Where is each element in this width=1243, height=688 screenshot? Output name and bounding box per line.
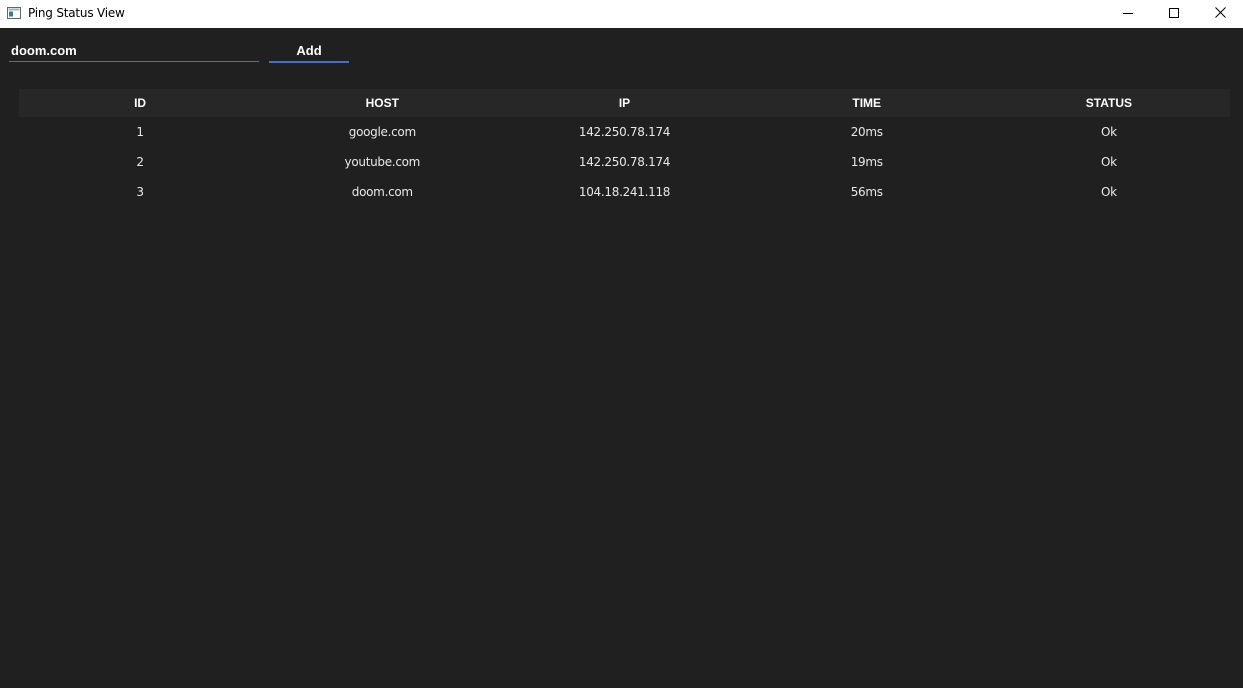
add-button[interactable]: Add xyxy=(269,40,349,63)
app-window-icon xyxy=(7,6,21,19)
cell-id: 1 xyxy=(136,125,144,139)
close-icon xyxy=(1214,5,1226,23)
column-header-time[interactable]: TIME xyxy=(746,96,988,110)
cell-ip: 142.250.78.174 xyxy=(578,125,671,139)
close-button[interactable] xyxy=(1197,0,1243,28)
minimize-icon xyxy=(1123,5,1133,23)
column-header-status[interactable]: STATUS xyxy=(988,96,1230,110)
cell-ip: 104.18.241.118 xyxy=(578,185,671,199)
maximize-icon xyxy=(1169,5,1179,23)
window-title: Ping Status View xyxy=(28,6,125,20)
cell-time: 20ms xyxy=(850,125,883,139)
column-header-ip[interactable]: IP xyxy=(503,96,745,110)
cell-status: Ok xyxy=(1101,155,1117,169)
column-header-id[interactable]: ID xyxy=(19,96,261,110)
cell-host: youtube.com xyxy=(344,155,421,169)
cell-status: Ok xyxy=(1101,125,1117,139)
table-row[interactable]: 1 google.com 142.250.78.174 20ms Ok xyxy=(19,117,1230,147)
cell-host: google.com xyxy=(348,125,416,139)
column-header-host[interactable]: HOST xyxy=(261,96,503,110)
cell-host: doom.com xyxy=(351,185,413,199)
ping-table: ID HOST IP TIME STATUS 1 google.com 142.… xyxy=(19,89,1230,207)
cell-status: Ok xyxy=(1101,185,1117,199)
host-input[interactable] xyxy=(9,40,259,62)
table-row[interactable]: 2 youtube.com 142.250.78.174 19ms Ok xyxy=(19,147,1230,177)
minimize-button[interactable] xyxy=(1105,0,1151,28)
app-window: Ping Status View Add ID HOST IP TIME STA… xyxy=(0,0,1243,688)
title-bar[interactable]: Ping Status View xyxy=(0,0,1243,28)
cell-id: 3 xyxy=(136,185,144,199)
cell-time: 56ms xyxy=(850,185,883,199)
cell-ip: 142.250.78.174 xyxy=(578,155,671,169)
cell-id: 2 xyxy=(136,155,144,169)
maximize-button[interactable] xyxy=(1151,0,1197,28)
table-row[interactable]: 3 doom.com 104.18.241.118 56ms Ok xyxy=(19,177,1230,207)
table-header: ID HOST IP TIME STATUS xyxy=(19,89,1230,117)
cell-time: 19ms xyxy=(850,155,883,169)
